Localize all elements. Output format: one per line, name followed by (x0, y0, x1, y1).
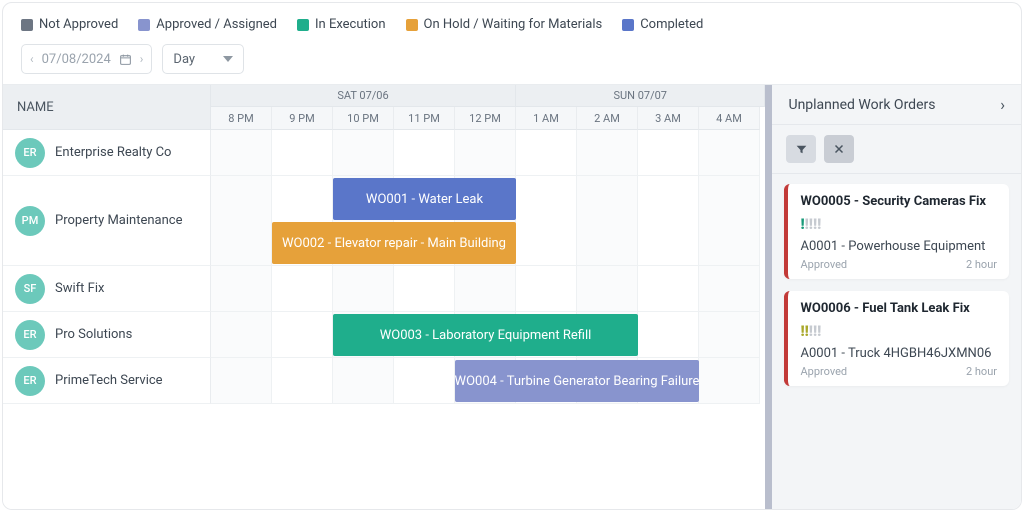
main-area: NAMESAT 07/06SUN 07/07 8 PM9 PM10 PM11 PM… (3, 84, 1021, 509)
resource-row-head[interactable]: ER PrimeTech Service (3, 358, 211, 404)
view-value: Day (173, 52, 195, 67)
resource-row-head[interactable]: ER Enterprise Realty Co (3, 130, 211, 176)
gantt-body: ER Enterprise Realty Co PM Property Mainten… (3, 130, 765, 404)
work-order-bar[interactable]: WO003 - Laboratory Equipment Refill (333, 314, 638, 356)
resource-row-body[interactable]: WO004 - Turbine Generator Bearing Failur… (211, 358, 760, 404)
card-asset: A0001 - Truck 4HGBH46JXMN06 (800, 346, 997, 361)
legend-label: Not Approved (39, 17, 118, 32)
side-panel-header[interactable]: Unplanned Work Orders › (772, 85, 1021, 125)
legend-swatch (406, 19, 418, 31)
legend-item: Completed (622, 17, 703, 32)
avatar: ER (15, 138, 45, 168)
work-order-card[interactable]: WO0006 - Fuel Tank Leak Fix!!!!! A0001 - … (784, 291, 1009, 386)
card-asset: A0001 - Powerhouse Equipment (800, 239, 997, 254)
scheduler-app: Not Approved Approved / Assigned In Execut… (2, 2, 1022, 510)
resource-row-head[interactable]: SF Swift Fix (3, 266, 211, 312)
priority-indicator: !!!!! (800, 322, 997, 340)
date-picker[interactable]: ‹ 07/08/2024 › (21, 44, 152, 74)
card-status: Approved (800, 258, 847, 271)
filter-button[interactable] (786, 135, 816, 163)
legend-swatch (138, 19, 150, 31)
status-legend: Not Approved Approved / Assigned In Execut… (21, 17, 1003, 32)
hour-header: 4 AM (699, 107, 760, 130)
close-button[interactable] (824, 135, 854, 163)
work-order-bar[interactable]: WO004 - Turbine Generator Bearing Failur… (455, 360, 699, 402)
work-order-card[interactable]: WO0005 - Security Cameras Fix!!!!! A0001 … (784, 184, 1009, 279)
hour-header: 12 PM (455, 107, 516, 130)
resource-row-body[interactable]: WO003 - Laboratory Equipment Refill (211, 312, 760, 358)
gantt-scheduler: NAMESAT 07/06SUN 07/07 8 PM9 PM10 PM11 PM… (3, 85, 765, 509)
chevron-right-icon[interactable]: › (140, 52, 144, 66)
resource-name: Enterprise Realty Co (55, 145, 171, 160)
legend-label: Approved / Assigned (156, 17, 277, 32)
hour-header: 3 AM (638, 107, 699, 130)
card-duration: 2 hour (966, 365, 997, 378)
hour-header: 2 AM (577, 107, 638, 130)
resource-name: Swift Fix (55, 281, 104, 296)
resource-name: Property Maintenance (55, 213, 182, 228)
resource-row-body[interactable] (211, 130, 760, 176)
card-title: WO0006 - Fuel Tank Leak Fix (800, 301, 997, 316)
work-order-bar[interactable]: WO001 - Water Leak (333, 178, 516, 220)
card-status: Approved (800, 365, 847, 378)
hour-header: 11 PM (394, 107, 455, 130)
resource-name: Pro Solutions (55, 327, 132, 342)
hour-header: 1 AM (516, 107, 577, 130)
column-header-name: NAME (3, 85, 211, 130)
side-panel-title: Unplanned Work Orders (788, 97, 935, 113)
hour-header: 8 PM (211, 107, 272, 130)
card-footer: Approved 2 hour (800, 365, 997, 378)
chevron-down-icon (223, 56, 233, 62)
legend-item: Not Approved (21, 17, 118, 32)
hour-header: 9 PM (272, 107, 333, 130)
priority-indicator: !!!!! (800, 215, 997, 233)
legend-label: In Execution (315, 17, 386, 32)
calendar-icon (119, 53, 132, 66)
day-header: SAT 07/06 (211, 85, 516, 107)
toolbar: Not Approved Approved / Assigned In Execut… (3, 3, 1021, 84)
card-duration: 2 hour (966, 258, 997, 271)
resource-name: PrimeTech Service (55, 373, 163, 388)
resource-row-head[interactable]: ER Pro Solutions (3, 312, 211, 358)
avatar: ER (15, 320, 45, 350)
legend-label: On Hold / Waiting for Materials (424, 17, 603, 32)
gantt-header: NAMESAT 07/06SUN 07/07 8 PM9 PM10 PM11 PM… (3, 85, 765, 130)
legend-item: In Execution (297, 17, 386, 32)
legend-swatch (297, 19, 309, 31)
work-order-bar[interactable]: WO002 - Elevator repair - Main Building (272, 222, 516, 264)
hour-header: 10 PM (333, 107, 394, 130)
resource-row-head[interactable]: PM Property Maintenance (3, 176, 211, 266)
side-panel-toolbar (772, 125, 1021, 174)
legend-item: On Hold / Waiting for Materials (406, 17, 603, 32)
legend-label: Completed (640, 17, 703, 32)
work-order-cards: WO0005 - Security Cameras Fix!!!!! A0001 … (772, 174, 1021, 509)
resource-row-body[interactable]: WO001 - Water LeakWO002 - Elevator repai… (211, 176, 760, 266)
card-footer: Approved 2 hour (800, 258, 997, 271)
side-panel: Unplanned Work Orders › WO0005 - Securit… (765, 84, 1021, 509)
chevron-right-icon: › (1000, 95, 1005, 114)
legend-swatch (21, 19, 33, 31)
toolbar-controls: ‹ 07/08/2024 › Day (21, 44, 1003, 74)
avatar: SF (15, 274, 45, 304)
avatar: ER (15, 366, 45, 396)
date-value: 07/08/2024 (42, 52, 111, 67)
legend-swatch (622, 19, 634, 31)
legend-item: Approved / Assigned (138, 17, 277, 32)
avatar: PM (15, 206, 45, 236)
chevron-left-icon[interactable]: ‹ (30, 52, 34, 66)
card-title: WO0005 - Security Cameras Fix (800, 194, 997, 209)
resource-row-body[interactable] (211, 266, 760, 312)
view-select[interactable]: Day (162, 44, 244, 74)
day-header: SUN 07/07 (516, 85, 765, 107)
